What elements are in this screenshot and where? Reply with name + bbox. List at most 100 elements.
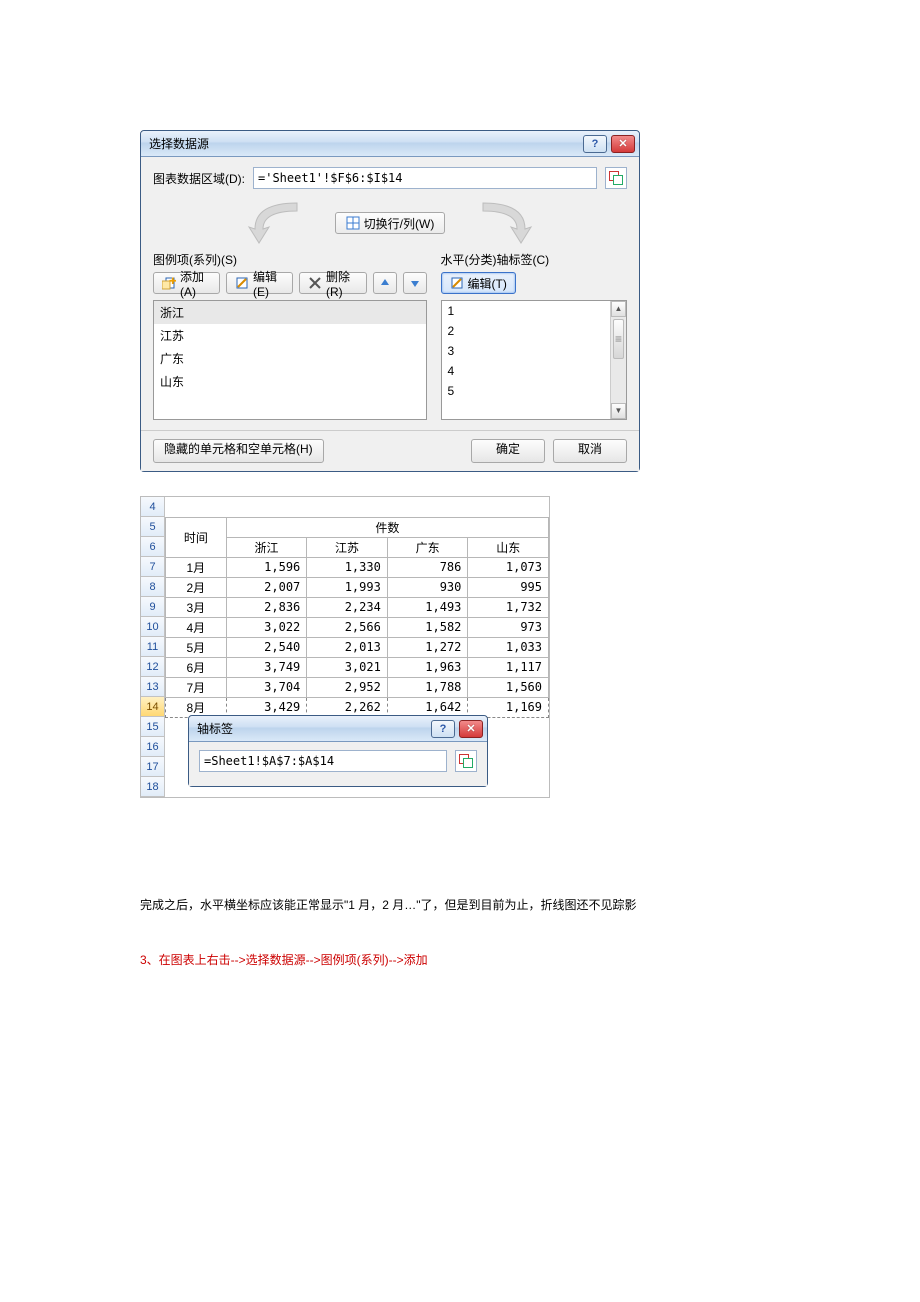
row-header[interactable]: 18 (141, 777, 165, 797)
data-cell[interactable]: 1,963 (387, 657, 468, 677)
data-cell[interactable]: 1,642 (387, 697, 468, 717)
data-cell[interactable]: 2,262 (307, 697, 388, 717)
scrollbar[interactable]: ▲ ▼ (610, 301, 626, 419)
data-cell[interactable]: 2,013 (307, 637, 388, 657)
data-cell[interactable]: 973 (468, 617, 549, 637)
help-icon[interactable]: ? (583, 135, 607, 153)
row-header[interactable]: 10 (141, 617, 165, 637)
list-item[interactable]: 5 (442, 381, 626, 401)
data-cell[interactable]: 995 (468, 577, 549, 597)
help-icon[interactable]: ? (431, 720, 455, 738)
axis-labels-listbox[interactable]: 1 2 3 4 5 ▲ ▼ (441, 300, 627, 420)
switch-row-column-button[interactable]: 切换行/列(W) (335, 212, 446, 234)
remove-series-button[interactable]: 删除(R) (299, 272, 367, 294)
data-cell[interactable]: 2,540 (226, 637, 307, 657)
time-cell[interactable]: 2月 (166, 577, 227, 597)
scroll-thumb[interactable] (613, 319, 624, 359)
row-header[interactable]: 14 (141, 697, 165, 717)
time-cell[interactable]: 8月 (166, 697, 227, 717)
time-cell[interactable]: 4月 (166, 617, 227, 637)
row-header[interactable]: 7 (141, 557, 165, 577)
list-item[interactable]: 江苏 (154, 324, 426, 347)
data-cell[interactable]: 2,234 (307, 597, 388, 617)
close-icon[interactable]: ✕ (611, 135, 635, 153)
chart-range-input[interactable] (253, 167, 597, 189)
time-cell[interactable]: 1月 (166, 557, 227, 577)
data-cell[interactable]: 1,272 (387, 637, 468, 657)
data-cell[interactable]: 1,073 (468, 557, 549, 577)
list-item[interactable]: 山东 (154, 370, 426, 393)
svg-text:✚: ✚ (169, 276, 176, 286)
scroll-up-icon[interactable]: ▲ (611, 301, 626, 317)
data-cell[interactable]: 786 (387, 557, 468, 577)
row-header[interactable]: 5 (141, 517, 165, 537)
table-row: 5月2,5402,0131,2721,033 (166, 637, 549, 657)
axis-range-input[interactable] (199, 750, 447, 772)
delete-icon (308, 276, 322, 290)
list-item[interactable]: 1 (442, 301, 626, 321)
data-cell[interactable]: 1,493 (387, 597, 468, 617)
table-row: 4月3,0222,5661,582973 (166, 617, 549, 637)
row-header[interactable]: 4 (141, 497, 165, 517)
row-header[interactable]: 6 (141, 537, 165, 557)
data-cell[interactable]: 1,330 (307, 557, 388, 577)
data-cell[interactable]: 3,429 (226, 697, 307, 717)
time-cell[interactable]: 3月 (166, 597, 227, 617)
range-picker-icon[interactable] (605, 167, 627, 189)
edit-axis-labels-button[interactable]: 编辑(T) (441, 272, 516, 294)
table-row: 3月2,8362,2341,4931,732 (166, 597, 549, 617)
add-series-button[interactable]: ✚ 添加(A) (153, 272, 220, 294)
row-header[interactable]: 9 (141, 597, 165, 617)
dialog-titlebar[interactable]: 选择数据源 ? ✕ (141, 131, 639, 157)
row-header[interactable]: 8 (141, 577, 165, 597)
row-header[interactable]: 17 (141, 757, 165, 777)
hidden-cells-button[interactable]: 隐藏的单元格和空单元格(H) (153, 439, 324, 463)
data-cell[interactable]: 1,596 (226, 557, 307, 577)
row-header[interactable]: 15 (141, 717, 165, 737)
move-up-button[interactable] (373, 272, 397, 294)
list-item[interactable]: 4 (442, 361, 626, 381)
ok-button[interactable]: 确定 (471, 439, 545, 463)
data-cell[interactable]: 930 (387, 577, 468, 597)
cancel-button[interactable]: 取消 (553, 439, 627, 463)
arrow-down-icon (410, 278, 420, 288)
data-cell[interactable]: 3,021 (307, 657, 388, 677)
time-cell[interactable]: 5月 (166, 637, 227, 657)
axis-labels-dialog: 轴标签 ? ✕ (188, 715, 488, 787)
data-cell[interactable]: 2,836 (226, 597, 307, 617)
row-header[interactable]: 13 (141, 677, 165, 697)
dialog-titlebar[interactable]: 轴标签 ? ✕ (189, 716, 487, 742)
data-cell[interactable]: 2,566 (307, 617, 388, 637)
list-item[interactable]: 广东 (154, 347, 426, 370)
data-cell[interactable]: 2,952 (307, 677, 388, 697)
list-item[interactable]: 2 (442, 321, 626, 341)
data-cell[interactable]: 1,732 (468, 597, 549, 617)
data-cell[interactable]: 1,582 (387, 617, 468, 637)
list-item[interactable]: 3 (442, 341, 626, 361)
table-row: 时间 件数 (166, 517, 549, 537)
scroll-down-icon[interactable]: ▼ (611, 403, 626, 419)
row-header[interactable]: 12 (141, 657, 165, 677)
data-cell[interactable]: 1,993 (307, 577, 388, 597)
data-cell[interactable]: 1,560 (468, 677, 549, 697)
row-header[interactable]: 11 (141, 637, 165, 657)
data-cell[interactable]: 1,117 (468, 657, 549, 677)
move-down-button[interactable] (403, 272, 427, 294)
table-row: 7月3,7042,9521,7881,560 (166, 677, 549, 697)
edit-series-button[interactable]: 编辑(E) (226, 272, 293, 294)
range-picker-icon[interactable] (455, 750, 477, 772)
data-cell[interactable]: 2,007 (226, 577, 307, 597)
data-cell[interactable]: 3,704 (226, 677, 307, 697)
series-listbox[interactable]: 浙江 江苏 广东 山东 (153, 300, 427, 420)
time-cell[interactable]: 7月 (166, 677, 227, 697)
data-cell[interactable]: 1,788 (387, 677, 468, 697)
close-icon[interactable]: ✕ (459, 720, 483, 738)
list-item[interactable]: 浙江 (154, 301, 426, 324)
data-cell[interactable]: 3,022 (226, 617, 307, 637)
arrow-up-icon (380, 278, 390, 288)
data-cell[interactable]: 1,033 (468, 637, 549, 657)
data-cell[interactable]: 1,169 (468, 697, 549, 717)
row-header[interactable]: 16 (141, 737, 165, 757)
data-cell[interactable]: 3,749 (226, 657, 307, 677)
time-cell[interactable]: 6月 (166, 657, 227, 677)
